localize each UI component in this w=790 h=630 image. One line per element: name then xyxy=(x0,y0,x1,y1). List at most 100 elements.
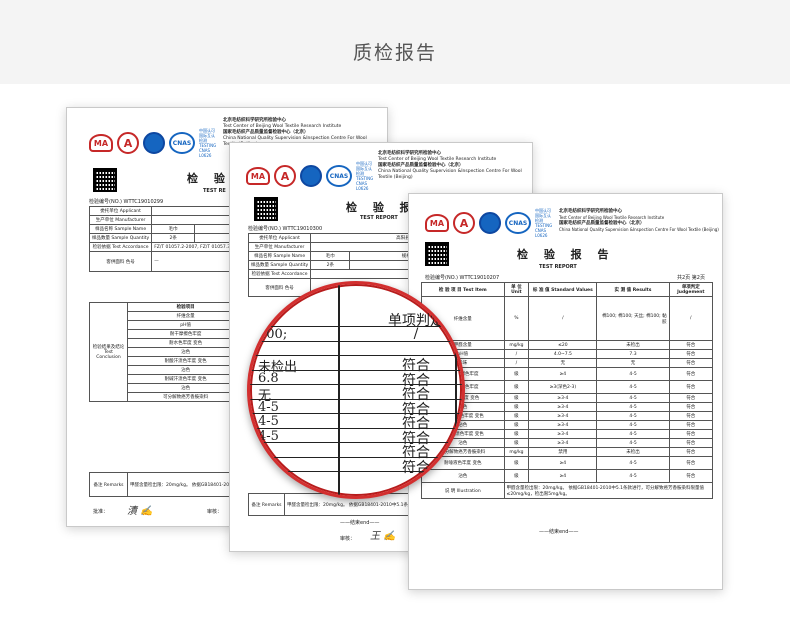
table-cell: 级 xyxy=(503,411,530,421)
table-cell: ≥3-4 xyxy=(528,420,598,430)
table-row: 异味 / 无无符合 xyxy=(421,358,714,368)
table-cell: 符合 xyxy=(668,358,714,368)
end-mark: ——结束end—— xyxy=(539,529,579,535)
org-line: Test Center of Beijing Wool Textile Rese… xyxy=(559,214,665,220)
table-cell: 4-5 xyxy=(596,411,670,421)
table-row: 耐酸汗渍色牢度 变色级 ≥3-4 4-5 符合 xyxy=(421,411,714,421)
table-cell: mg/kg xyxy=(503,340,530,350)
table-cell: 毛巾 xyxy=(310,251,351,261)
table-cell: 耐水色牢度 变色 xyxy=(126,338,245,348)
table-cell: 甲醛含量检出限：20mg/kg。 依据GB18401-2010中5.1条款进行，… xyxy=(503,482,714,499)
org-line: Test Center of Beijing Wool Textile Rese… xyxy=(223,124,342,129)
table-cell: 4.0~7.5 xyxy=(528,349,598,359)
cal-logo: A xyxy=(117,132,139,154)
table-cell: ≥3-4 xyxy=(528,402,598,412)
table-cell: 2条 xyxy=(310,260,351,270)
cnas-mark: 中国认可 国际互认 检测 TESTING CNAS L0626 xyxy=(535,208,553,238)
cnas-logo: CNAS xyxy=(169,132,195,154)
table-row: 可分解致癌芳香胺染料 mg/kg 禁用 未检出 符合 xyxy=(421,447,714,457)
table-cell: 符合 xyxy=(668,402,714,412)
cnas-mark: 中国认可 国际互认 检测 TESTING CNAS L0626 xyxy=(356,161,374,191)
table-cell: 样品数量 Sample Quantity xyxy=(247,260,312,270)
report-title: 检 验 报 告 xyxy=(517,248,615,261)
table-cell: ≥4 xyxy=(528,469,598,483)
mag-row: 符合 xyxy=(250,456,462,476)
table-cell: 沾色 xyxy=(126,383,245,393)
table-cell: 样品数量 Sample Quantity xyxy=(88,233,153,243)
table-cell: 检验依据 Test Accordance xyxy=(88,242,153,252)
table-cell: 检验结果及结论 Test Conclusion xyxy=(89,302,128,402)
table-cell: 级 xyxy=(503,380,530,394)
end-mark: ——结束end—— xyxy=(340,520,380,526)
table-row: 沾色级≥3-44-5符合 xyxy=(421,402,714,412)
table-cell: 4-5 xyxy=(596,469,670,483)
cert-logos: MA A CNAS 中国认可 国际互认 检测 TESTING CNAS L062… xyxy=(246,161,376,191)
table-cell: 标 准 值 Standard Values xyxy=(528,282,598,297)
table-cell: 级 xyxy=(503,429,530,439)
table-cell: 沾色 xyxy=(126,365,245,375)
table-cell: 级 xyxy=(503,438,530,448)
table-cell: 4-5 xyxy=(596,367,670,381)
table-cell: ≥4 xyxy=(528,367,598,381)
table-cell: 禁用 xyxy=(528,447,598,457)
org-line: 国家毛纺织产品质量监督检验中心（北京） xyxy=(559,221,645,226)
table-cell: 沾色 xyxy=(126,347,245,357)
org-line: 国家毛纺织产品质量监督检验中心（北京） xyxy=(378,163,464,168)
table-cell: 符合 xyxy=(668,349,714,359)
org-line: 国家毛纺织产品质量监督检验中心（北京） xyxy=(223,130,309,135)
org-block: 北京毛纺织科学研究所检验中心 Test Center of Beijing Wo… xyxy=(559,208,719,232)
table-cell: mg/kg xyxy=(503,447,530,457)
table-cell: 检验项目 xyxy=(126,302,245,312)
magnified-table: 值 单项判定 100; / 未检出 符合 6.8 符合无符合 4-5 符合 4-5 符合 4-5 符合… xyxy=(250,284,462,496)
table-cell: 样品名称 Sample Name xyxy=(247,251,312,261)
table-cell: 耐碱汗渍色牢度 变色 xyxy=(126,374,245,384)
table-cell: pH值 xyxy=(126,320,245,330)
table-row: 说 明 Illustration 甲醛含量检出限：20mg/kg。 依据GB184… xyxy=(421,482,714,499)
table-cell: 单 位 Unit xyxy=(503,282,530,297)
table-cell: 符合 xyxy=(668,411,714,421)
table-cell: 符合 xyxy=(668,429,714,439)
table-row: 纤维含量% / 棉100; 棉100; 天丝; 棉100; 黏胶 / xyxy=(421,296,714,341)
table-cell: 7.3 xyxy=(596,349,670,359)
mag-row: 无符合 xyxy=(250,384,462,404)
table-cell: 级 xyxy=(503,469,530,483)
table-cell: 级 xyxy=(503,393,530,403)
signature-1: 漬 ✍ xyxy=(127,506,153,517)
cert-logos: MA A CNAS 中国认可 国际互认 检测 TESTING CNAS L062… xyxy=(425,208,555,238)
signature-2: 王 ✍ xyxy=(370,531,396,542)
mag-row: 4-5 符合 xyxy=(250,413,462,432)
org-line: 北京毛纺织科学研究所检验中心 xyxy=(223,118,286,123)
table-cell: 样品名称 Sample Name xyxy=(88,224,153,234)
table-row: pH值/4.0~7.5 7.3 符合 xyxy=(421,349,714,359)
table-cell: 4-5 xyxy=(596,438,670,448)
table-cell: 级 xyxy=(503,402,530,412)
ma-logo: MA xyxy=(89,134,113,152)
table-cell: 无 xyxy=(528,358,598,368)
table-cell: 符合 xyxy=(668,447,714,457)
table-cell: 级 xyxy=(503,367,530,381)
report-subtitle: TEST REPORT xyxy=(539,264,577,270)
mag-row: 未检出 符合 xyxy=(250,355,462,375)
mag-row: 符合 xyxy=(250,442,462,461)
globe-logo xyxy=(300,165,322,187)
table-cell: 符合 xyxy=(668,456,714,470)
qr-code xyxy=(425,242,449,266)
table-cell: / xyxy=(668,296,714,341)
table-cell: 符合 xyxy=(668,380,714,394)
table-cell: 4-5 xyxy=(596,456,670,470)
table-cell: ≤20 xyxy=(528,340,598,350)
table-cell: 4-5 xyxy=(596,402,670,412)
table-cell: 客供面料 色号 xyxy=(88,251,153,272)
globe-logo xyxy=(479,212,501,234)
table-cell: 4-5 xyxy=(596,429,670,439)
table-cell: 委托单位 Applicant xyxy=(88,206,153,216)
table-cell: 委托单位 Applicant xyxy=(247,233,312,243)
cnas-logo: CNAS xyxy=(326,165,352,187)
table-cell: 实 测 值 Results xyxy=(596,282,670,297)
mag-row: 100; / xyxy=(250,326,462,342)
table-cell: 无 xyxy=(596,358,670,368)
table-cell: / xyxy=(528,296,598,341)
table-row: 耐水色牢度 变色级≥3-44-5符合 xyxy=(421,393,714,403)
table-cell: ≥3(深色2-3) xyxy=(528,380,598,394)
table-cell: 4-5 xyxy=(596,393,670,403)
